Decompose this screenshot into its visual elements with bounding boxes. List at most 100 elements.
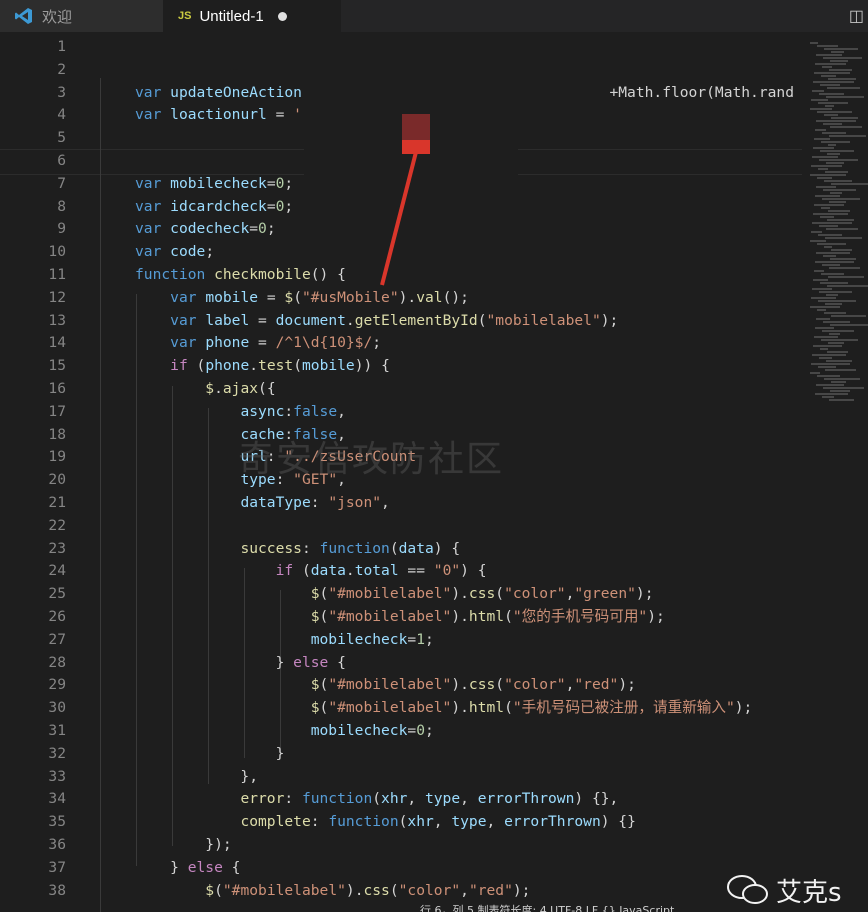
line-number: 3 (57, 83, 66, 101)
code-line[interactable]: 13 var label = document.getElementById("… (0, 310, 802, 333)
code-token: ( (319, 585, 329, 603)
code-line[interactable]: 24 if (data.total == "0") { (0, 560, 802, 583)
code-token: , (460, 881, 469, 899)
redaction-block (304, 40, 518, 180)
code-line[interactable]: 28 } else { (0, 652, 802, 675)
minimap-line (810, 372, 820, 374)
code-line[interactable]: 9 var codecheck=0; (0, 218, 802, 241)
minimap-line (818, 366, 836, 368)
code-line[interactable]: 23 success: function(data) { (0, 538, 802, 561)
code-token: errorThrown (504, 813, 601, 831)
code-token: ( (293, 288, 302, 306)
minimap[interactable] (806, 32, 868, 432)
code-token: data (310, 562, 346, 580)
code-line[interactable]: 31 mobilecheck=0; (0, 720, 802, 743)
code-line[interactable]: 38 $("#mobilelabel").css("color","red"); (0, 880, 802, 903)
line-number: 33 (48, 767, 66, 785)
line-number: 4 (57, 106, 66, 124)
minimap-line (823, 255, 836, 257)
minimap-line (813, 345, 842, 347)
minimap-line (826, 96, 864, 98)
minimap-line (815, 327, 834, 329)
minimap-line (810, 108, 832, 110)
line-number: 1 (57, 38, 66, 55)
minimap-line (821, 141, 850, 143)
code-token: if (275, 562, 302, 580)
code-token: ( (495, 585, 505, 603)
code-token: data (398, 539, 434, 557)
code-line[interactable]: 32 } (0, 743, 802, 766)
corner-logo: 艾克s (726, 868, 868, 912)
code-token: idcardcheck (170, 197, 267, 215)
minimap-line (827, 153, 840, 155)
code-line[interactable]: 29 $("#mobilelabel").css("color","red"); (0, 674, 802, 697)
code-line[interactable]: 15 if (phone.test(mobile)) { (0, 355, 802, 378)
code-token: ; (205, 243, 215, 261)
code-line[interactable]: 21 dataType: "json", (0, 492, 802, 515)
code-token: updateOneAction (170, 83, 302, 101)
minimap-line (814, 270, 824, 272)
minimap-line (815, 393, 848, 395)
code-line[interactable]: 22 (0, 515, 802, 538)
code-line[interactable]: 14 var phone = /^1\d{10}$/; (0, 332, 802, 355)
vscode-icon (15, 8, 32, 24)
line-number: 25 (48, 585, 66, 603)
code-token: test (258, 357, 294, 375)
line-number: 36 (48, 836, 66, 853)
code-line[interactable]: 35 complete: function(xhr, type, errorTh… (0, 811, 802, 834)
line-number: 6 (57, 152, 66, 169)
line-number: 20 (48, 471, 66, 489)
split-editor-icon[interactable]: ◫ (849, 6, 864, 26)
code-token: ) { (433, 539, 461, 557)
status-bar: 行 6，列 5 制表符长度: 4 UTF-8 LF {} JavaScript (420, 904, 675, 912)
minimap-line (818, 102, 848, 104)
code-token: = (249, 334, 276, 352)
line-number: 22 (48, 516, 66, 534)
code-line[interactable]: 8 var idcardcheck=0; (0, 196, 802, 219)
code-token: = (266, 197, 276, 215)
code-token: ( (389, 539, 399, 557)
code-token: } (135, 653, 294, 671)
code-line[interactable]: 36 }); (0, 834, 802, 857)
code-line[interactable]: 12 var mobile = $("#usMobile").val(); (0, 287, 802, 310)
minimap-line (823, 123, 842, 125)
code-line[interactable]: 11 function checkmobile() { (0, 264, 802, 287)
code-line[interactable]: 16 $.ajax({ (0, 378, 802, 401)
code-token: ( (319, 676, 329, 694)
code-line[interactable]: 30 $("#mobilelabel").html("手机号码已被注册，请重新输… (0, 697, 802, 720)
code-token: else (187, 858, 223, 876)
tab-welcome[interactable]: 欢迎 (0, 0, 164, 32)
code-line[interactable]: 26 $("#mobilelabel").html("您的手机号码可用"); (0, 606, 802, 629)
code-token: ( (319, 699, 329, 717)
code-token: phone (205, 357, 250, 375)
code-token: "mobilelabel" (486, 311, 601, 329)
code-token: var (135, 220, 171, 238)
code-token: )) { (354, 357, 390, 375)
code-token: false (293, 402, 338, 420)
unsaved-dot-icon[interactable] (277, 11, 287, 21)
minimap-line (820, 348, 828, 350)
code-line[interactable]: 33 }, (0, 766, 802, 789)
minimap-line (813, 213, 848, 215)
code-line[interactable]: 25 $("#mobilelabel").css("color","green"… (0, 583, 802, 606)
code-line[interactable]: 34 error: function(xhr, type, errorThrow… (0, 788, 802, 811)
code-token: ; (372, 334, 382, 352)
code-token: error (240, 790, 285, 808)
code-token: 1 (416, 630, 425, 648)
code-token: : (301, 539, 320, 557)
code-token: = (407, 722, 417, 739)
minimap-line (814, 72, 850, 74)
code-line[interactable]: 37 } else { (0, 857, 802, 880)
code-token: ; (266, 220, 276, 238)
code-line[interactable]: 10 var code; (0, 241, 802, 264)
code-token: ( (495, 676, 505, 694)
code-token: "#mobilelabel" (328, 676, 452, 694)
code-token: ( (214, 881, 223, 899)
tab-untitled-1[interactable]: JS Untitled-1 (164, 0, 341, 32)
line-number: 21 (48, 494, 66, 511)
code-line[interactable]: 17 async:false, (0, 401, 802, 424)
code-line[interactable]: 27 mobilecheck=1; (0, 629, 802, 652)
